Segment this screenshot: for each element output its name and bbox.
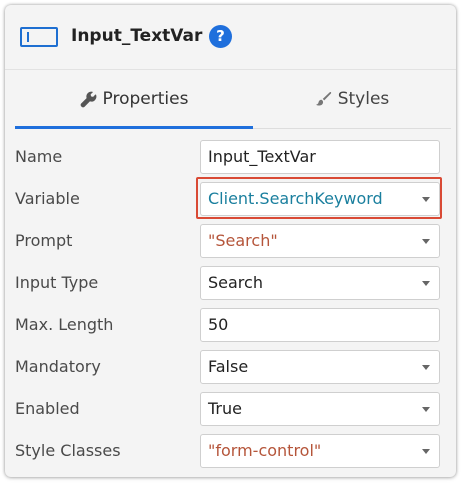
property-label: Max. Length [15,315,114,334]
property-row-prompt: Prompt "Search" [5,220,456,262]
enabled-dropdown[interactable]: True [200,392,440,426]
property-row-enabled: Enabled True [5,388,456,430]
property-row-name: Name Input_TextVar [5,136,456,178]
property-label: Prompt [15,231,73,250]
chevron-down-icon [422,365,430,370]
chevron-down-icon [422,449,430,454]
chevron-down-icon [422,407,430,412]
max-length-input[interactable]: 50 [200,308,440,342]
property-row-max-length: Max. Length 50 [5,304,456,346]
panel-tabs: Properties Styles [5,69,456,129]
mandatory-value: False [208,357,249,376]
text-cursor-icon [27,32,29,42]
chevron-down-icon [422,281,430,286]
mandatory-dropdown[interactable]: False [200,350,440,384]
input-type-dropdown[interactable]: Search [200,266,440,300]
variable-highlight-box [196,177,442,219]
tab-divider [253,128,451,129]
property-row-style-classes: Style Classes "form-control" [5,430,456,472]
property-row-input-type: Input Type Search [5,262,456,304]
help-icon[interactable]: ? [209,25,232,48]
chevron-down-icon [422,239,430,244]
active-tab-indicator [15,126,253,129]
property-row-mandatory: Mandatory False [5,346,456,388]
prompt-dropdown[interactable]: "Search" [200,224,440,258]
prompt-value: "Search" [208,231,278,250]
property-label: Style Classes [15,441,121,460]
property-label: Enabled [15,399,80,418]
widget-title: Input_TextVar [71,26,203,46]
brush-icon [315,91,332,108]
tab-properties-label: Properties [102,89,189,109]
wrench-icon [80,91,97,108]
property-label: Name [15,147,63,166]
tab-styles-label: Styles [337,89,390,109]
style-classes-dropdown[interactable]: "form-control" [200,434,440,468]
style-classes-value: "form-control" [208,441,322,460]
input-widget-icon [20,27,58,47]
property-label: Mandatory [15,357,101,376]
tab-properties[interactable]: Properties [15,69,253,129]
panel-header: Input_TextVar ? [5,5,456,70]
input-type-value: Search [208,273,263,292]
property-label: Input Type [15,273,99,292]
name-input[interactable]: Input_TextVar [200,140,440,174]
property-label: Variable [15,189,80,208]
properties-panel: Input_TextVar ? Properties Styles Name I… [5,5,456,477]
tab-styles[interactable]: Styles [253,69,451,129]
enabled-value: True [208,399,242,418]
